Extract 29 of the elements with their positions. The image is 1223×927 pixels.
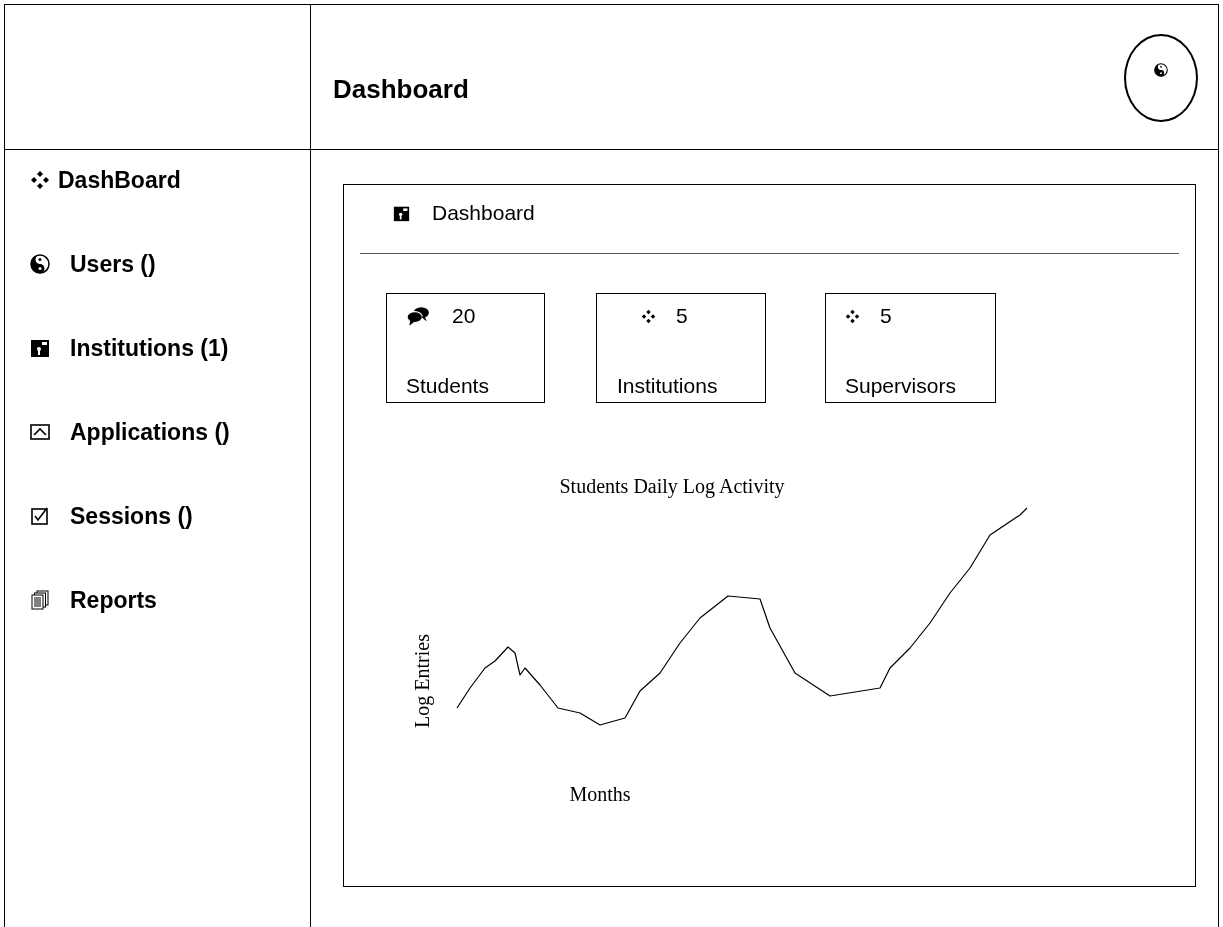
page-title: Dashboard xyxy=(333,74,469,105)
panel-title: Dashboard xyxy=(432,201,535,225)
stat-label: Supervisors xyxy=(845,374,957,398)
sidebar-item[interactable]: Applications () xyxy=(30,416,230,448)
stat-value: 5 xyxy=(880,304,892,328)
padlock-icon xyxy=(393,204,410,222)
stat-label: Institutions xyxy=(617,374,719,398)
sidebar-item[interactable]: Institutions (1) xyxy=(30,332,229,364)
sidebar-item[interactable]: Sessions () xyxy=(30,500,193,532)
documents-icon xyxy=(30,590,50,610)
diamonds-icon xyxy=(30,170,50,190)
yin-yang-icon xyxy=(1154,63,1168,77)
image-frame-icon xyxy=(30,422,50,442)
sidebar-item[interactable]: DashBoard xyxy=(30,164,181,196)
yin-yang-icon xyxy=(30,254,50,274)
avatar-button[interactable] xyxy=(1124,34,1198,122)
sidebar-item[interactable]: Reports xyxy=(30,584,157,616)
stat-label: Students xyxy=(406,374,490,398)
stat-value: 5 xyxy=(676,304,688,328)
checkbox-icon xyxy=(30,506,50,526)
diamonds-icon xyxy=(845,308,860,324)
chart-title: Students Daily Log Activity xyxy=(559,475,785,497)
sidebar-item[interactable]: Users () xyxy=(30,248,156,280)
speech-bubbles-icon xyxy=(406,305,430,327)
stat-value: 20 xyxy=(452,304,476,328)
y-axis-label: Log Entries xyxy=(411,634,433,728)
diamonds-icon xyxy=(641,308,656,324)
x-axis-label: Months xyxy=(569,783,631,805)
padlock-icon xyxy=(30,338,50,358)
